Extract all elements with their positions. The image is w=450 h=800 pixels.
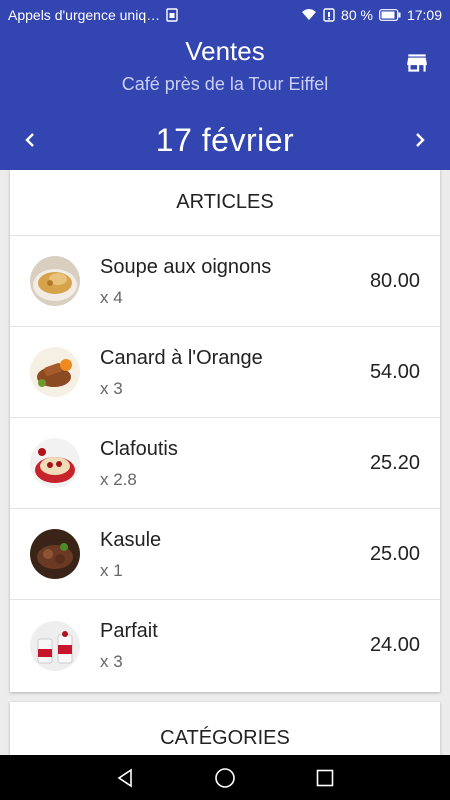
system-navigation-bar: [0, 755, 450, 800]
item-name: Clafoutis: [100, 437, 178, 460]
list-item[interactable]: Soupe aux oignons x 4 80.00: [10, 236, 440, 327]
categories-heading: CATÉGORIES: [160, 726, 290, 749]
onion-soup-image: [30, 256, 80, 306]
item-name: Kasule: [100, 528, 162, 551]
item-price: 25.00: [369, 542, 420, 565]
kasule-image: [30, 529, 80, 579]
notification-text: Appels d'urgence uniq…: [8, 7, 161, 23]
item-quantity: x 3: [100, 378, 123, 398]
item-name: Canard à l'Orange: [100, 346, 263, 369]
next-day-button[interactable]: [390, 118, 450, 162]
home-icon[interactable]: [205, 758, 245, 798]
list-item[interactable]: Parfait x 3 24.00: [10, 600, 440, 691]
back-icon[interactable]: [105, 758, 145, 798]
status-bar: Appels d'urgence uniq… 80 % 17:09: [0, 0, 450, 30]
item-quantity: x 4: [100, 287, 123, 307]
item-name: Soupe aux oignons: [100, 255, 272, 278]
wifi-icon: [301, 8, 317, 22]
duck-orange-image: [30, 347, 80, 397]
store-icon[interactable]: [404, 50, 430, 76]
item-price: 54.00: [369, 360, 420, 383]
previous-day-button[interactable]: [0, 118, 60, 162]
battery-icon: [379, 9, 401, 21]
item-quantity: x 3: [100, 652, 123, 671]
item-price: 80.00: [369, 269, 420, 292]
content-area[interactable]: ARTICLES Soupe aux oignons x 4 80.00 Can…: [0, 170, 450, 755]
sim-icon: [166, 8, 178, 22]
parfait-image: [30, 620, 80, 671]
item-price: 25.20: [369, 451, 420, 474]
store-name: Café près de la Tour Eiffel: [121, 74, 329, 94]
list-item[interactable]: Canard à l'Orange x 3 54.00: [10, 327, 440, 418]
articles-card: ARTICLES Soupe aux oignons x 4 80.00 Can…: [10, 170, 440, 692]
recents-icon[interactable]: [305, 758, 345, 798]
date-label: 17 février: [155, 121, 295, 158]
page-title: Ventes: [185, 36, 265, 66]
app-header: Ventes Café près de la Tour Eiffel 17 fé…: [0, 30, 450, 170]
articles-heading: ARTICLES: [10, 170, 440, 236]
list-item[interactable]: Kasule x 1 25.00: [10, 509, 440, 600]
item-price: 24.00: [369, 634, 420, 656]
item-quantity: x 1: [100, 560, 123, 580]
item-name: Parfait: [100, 620, 158, 642]
categories-card: CATÉGORIES: [10, 702, 440, 755]
alarm-icon: [323, 8, 335, 22]
battery-percent: 80 %: [341, 7, 373, 23]
clafoutis-image: [30, 438, 80, 488]
list-item[interactable]: Clafoutis x 2.8 25.20: [10, 418, 440, 509]
clock: 17:09: [406, 7, 442, 23]
item-quantity: x 2.8: [100, 469, 137, 489]
